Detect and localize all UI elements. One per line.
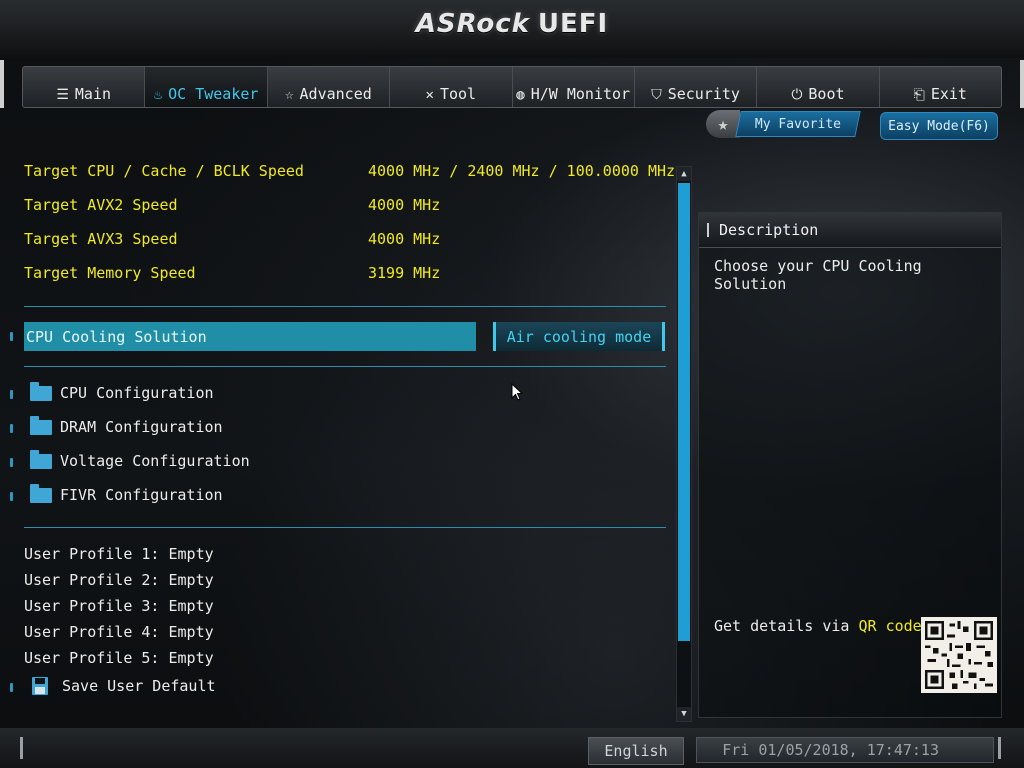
- user-profile-4: User Profile 4: Empty: [24, 623, 214, 641]
- bottom-right-accent: [998, 737, 1001, 759]
- user-profile-1: User Profile 1: Empty: [24, 545, 214, 563]
- star-icon: ☆: [285, 87, 294, 103]
- target-avx3-label: Target AVX3 Speed: [24, 230, 178, 248]
- scroll-thumb[interactable]: [678, 183, 690, 641]
- brand-name: ASRock: [415, 9, 530, 39]
- row-marker: [10, 492, 13, 501]
- tab-oc-tweaker[interactable]: ♨ OC Tweaker: [145, 67, 268, 107]
- tab-hw-monitor[interactable]: ◍ H/W Monitor: [513, 67, 635, 107]
- tools-icon: ✕: [425, 87, 434, 103]
- tab-bar: ☰ Main ♨ OC Tweaker ☆ Advanced ✕ Tool ◍ H/W M…: [22, 66, 1002, 108]
- save-user-default-label: Save User Default: [62, 677, 216, 695]
- exit-icon: ⎗: [913, 87, 925, 103]
- cpu-configuration-item[interactable]: CPU Configuration: [30, 381, 214, 403]
- product-name: UEFI: [537, 9, 609, 39]
- folder-icon: [30, 483, 52, 503]
- tab-label: Tool: [439, 85, 477, 103]
- mouse-pointer-icon: [511, 383, 523, 401]
- tab-label: OC Tweaker: [168, 85, 259, 103]
- top-bar: ASRock UEFI: [0, 0, 1024, 58]
- date-time-display: Fri 01/05/2018, 17:47:13: [696, 737, 994, 763]
- dram-configuration-item[interactable]: DRAM Configuration: [30, 415, 223, 437]
- tab-advanced[interactable]: ☆ Advanced: [268, 67, 391, 107]
- tab-exit[interactable]: ⎗ Exit: [880, 67, 1001, 107]
- cpu-cooling-solution-select[interactable]: Air cooling mode: [493, 322, 665, 351]
- folder-icon: [30, 449, 52, 469]
- row-marker: [10, 390, 13, 399]
- target-memory-value: 3199 MHz: [368, 264, 441, 282]
- tab-label: H/W Monitor: [530, 85, 631, 103]
- folder-label: Voltage Configuration: [60, 452, 250, 470]
- cpu-cooling-solution-value: Air cooling mode: [506, 327, 652, 346]
- tab-label: Security: [667, 85, 740, 103]
- description-header: Description: [699, 213, 1001, 248]
- target-avx3-value: 4000 MHz: [368, 230, 441, 248]
- scrollbar[interactable]: ▲ ▼: [676, 166, 692, 722]
- description-title: Description: [719, 221, 819, 239]
- target-memory-label: Target Memory Speed: [24, 264, 196, 282]
- scroll-down-arrow-icon[interactable]: ▼: [677, 707, 691, 721]
- bottom-left-accent: [20, 737, 23, 759]
- user-profile-3: User Profile 3: Empty: [24, 597, 214, 615]
- tab-boot[interactable]: ⏻ Boot: [757, 67, 880, 107]
- row-marker: [10, 458, 13, 467]
- shield-icon: ⛉: [651, 87, 662, 103]
- my-favorite-button[interactable]: My Favorite: [735, 111, 861, 137]
- qr-caption-prefix: Get details via: [714, 617, 859, 635]
- flame-icon: ♨: [153, 87, 163, 103]
- folder-icon: [30, 381, 52, 401]
- row-marker: [10, 332, 13, 341]
- tab-label: Exit: [930, 85, 967, 103]
- header-bar-accent: [707, 223, 709, 237]
- power-icon: ⏻: [791, 87, 803, 103]
- section-divider: [24, 366, 666, 367]
- folder-label: CPU Configuration: [60, 384, 214, 402]
- save-user-default-item[interactable]: Save User Default: [30, 675, 216, 697]
- fivr-configuration-item[interactable]: FIVR Configuration: [30, 483, 223, 505]
- cpu-cooling-solution-label: CPU Cooling Solution: [26, 327, 207, 346]
- tab-tool[interactable]: ✕ Tool: [390, 67, 513, 107]
- floppy-disk-icon: [32, 677, 48, 695]
- left-edge-accent: [0, 60, 4, 108]
- right-edge-accent: [1020, 60, 1024, 108]
- tab-label: Main: [74, 85, 112, 103]
- monitor-icon: ◍: [516, 87, 525, 103]
- section-divider: [24, 306, 666, 307]
- voltage-configuration-item[interactable]: Voltage Configuration: [30, 449, 250, 471]
- row-marker: [10, 683, 13, 692]
- my-favorite-label: My Favorite: [754, 116, 842, 132]
- tab-security[interactable]: ⛉ Security: [635, 67, 758, 107]
- target-cpu-value: 4000 MHz / 2400 MHz / 100.0000 MHz: [368, 162, 676, 180]
- scroll-up-arrow-icon[interactable]: ▲: [677, 167, 691, 181]
- qr-code-image: [921, 617, 997, 693]
- tab-label: Boot: [808, 85, 845, 103]
- description-panel: Description Choose your CPU Cooling Solu…: [698, 212, 1002, 718]
- folder-label: DRAM Configuration: [60, 418, 223, 436]
- section-divider: [24, 527, 666, 528]
- language-label: English: [604, 742, 668, 760]
- cpu-cooling-solution-row[interactable]: CPU Cooling Solution: [24, 322, 476, 351]
- brand-logo: ASRock UEFI: [0, 9, 1024, 39]
- user-profile-5: User Profile 5: Empty: [24, 649, 214, 667]
- tab-label: Advanced: [299, 85, 372, 103]
- easy-mode-button[interactable]: Easy Mode(F6): [880, 112, 998, 140]
- qr-caption: Get details via QR code: [714, 617, 922, 635]
- target-avx2-value: 4000 MHz: [368, 196, 441, 214]
- description-text: Choose your CPU Cooling Solution: [714, 257, 922, 293]
- target-cpu-label: Target CPU / Cache / BCLK Speed: [24, 162, 304, 180]
- list-icon: ☰: [56, 87, 69, 103]
- user-profile-2: User Profile 2: Empty: [24, 571, 214, 589]
- target-avx2-label: Target AVX2 Speed: [24, 196, 178, 214]
- tab-main[interactable]: ☰ Main: [23, 67, 146, 107]
- row-marker: [10, 424, 13, 433]
- language-button[interactable]: English: [588, 737, 684, 765]
- folder-icon: [30, 415, 52, 435]
- date-time-text: Fri 01/05/2018, 17:47:13: [722, 741, 939, 759]
- easy-mode-label: Easy Mode(F6): [888, 118, 990, 134]
- folder-label: FIVR Configuration: [60, 486, 223, 504]
- favorite-group: ★ My Favorite: [706, 110, 861, 138]
- qr-caption-link: QR code: [858, 617, 922, 635]
